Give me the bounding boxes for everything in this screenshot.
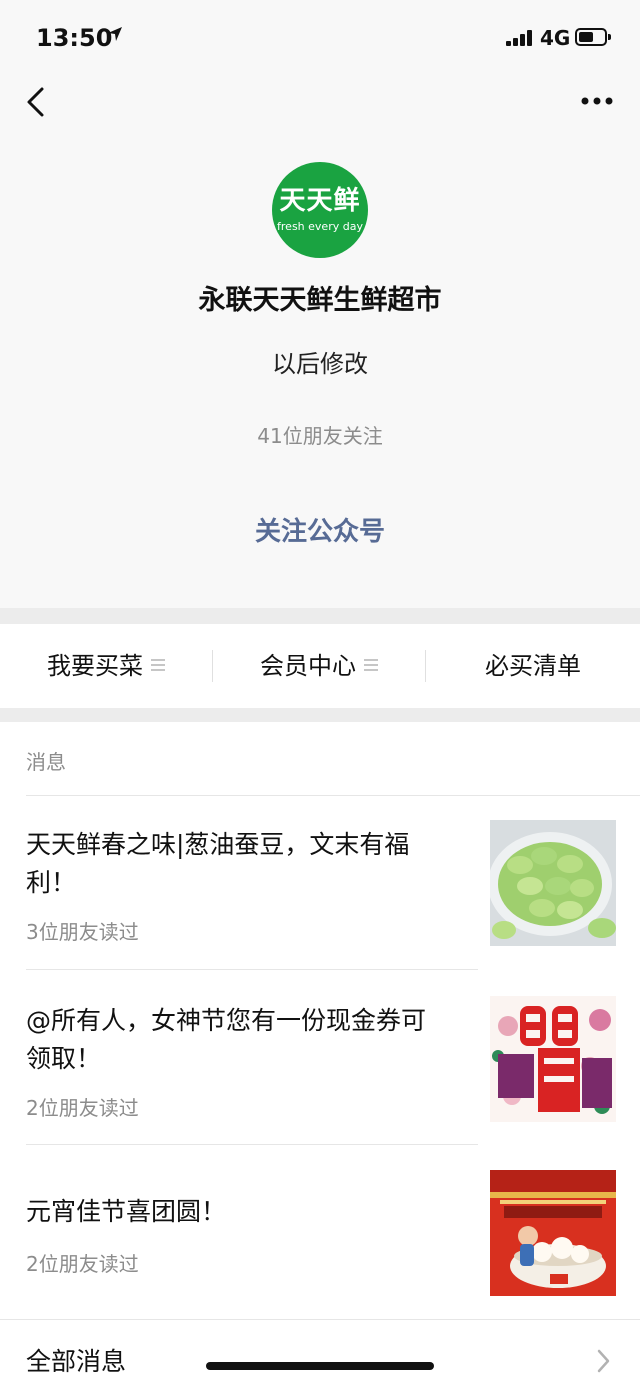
follower-count: 41位朋友关注 [257, 424, 383, 448]
logo-tagline: fresh every day [277, 220, 363, 233]
logo-text: 天天鲜 [279, 186, 361, 216]
menu-item-must-buy-list[interactable]: 必买清单 [426, 624, 640, 708]
article-title[interactable]: 天天鲜春之味|葱油蚕豆，文末有福利！ [26, 826, 446, 902]
messages-section-title: 消息 [26, 750, 66, 774]
account-name: 永联天天鲜生鲜超市 [198, 285, 442, 316]
account-description: 以后修改 [272, 350, 368, 378]
divider [26, 969, 478, 970]
follow-account-button[interactable]: 关注公众号 [220, 510, 420, 554]
divider [26, 795, 640, 796]
submenu-icon [151, 659, 165, 671]
more-options-icon[interactable] [580, 96, 614, 106]
article-thumbnail-broad-beans[interactable] [490, 820, 616, 946]
divider [26, 1144, 478, 1145]
article-read-count: 2位朋友读过 [26, 1096, 139, 1120]
messages-section: 消息 天天鲜春之味|葱油蚕豆，文末有福利！ 3位朋友读过 @所有人，女神节您有一… [0, 722, 640, 1385]
article-read-count: 2位朋友读过 [26, 1252, 139, 1276]
battery-icon [575, 28, 611, 46]
account-menu-bar: 我要买菜 会员中心 必买清单 [0, 624, 640, 708]
back-arrow-icon[interactable] [22, 86, 52, 118]
menu-item-buy-groceries[interactable]: 我要买菜 [0, 624, 212, 708]
home-indicator[interactable] [206, 1362, 434, 1370]
article-thumbnail-womens-day[interactable] [490, 996, 616, 1122]
divider [0, 1319, 640, 1320]
article-title[interactable]: 元宵佳节喜团圆！ [26, 1193, 446, 1231]
article-thumbnail-lantern-festival[interactable] [490, 1170, 616, 1296]
chevron-right-icon[interactable] [596, 1348, 612, 1374]
menu-item-label: 必买清单 [485, 652, 581, 680]
account-profile: 天天鲜 fresh every day 永联天天鲜生鲜超市 以后修改 41位朋友… [0, 132, 640, 608]
section-divider [0, 608, 640, 624]
submenu-icon [364, 659, 378, 671]
menu-item-label: 会员中心 [260, 652, 356, 680]
article-read-count: 3位朋友读过 [26, 920, 139, 944]
menu-item-member-center[interactable]: 会员中心 [213, 624, 425, 708]
network-type: 4G [540, 26, 571, 50]
status-time: 13:50 [36, 24, 113, 52]
nav-bar [0, 72, 640, 132]
section-divider [0, 708, 640, 722]
all-messages-link[interactable]: 全部消息 [26, 1342, 126, 1378]
account-logo: 天天鲜 fresh every day [272, 162, 368, 258]
location-arrow-icon [108, 27, 122, 41]
menu-item-label: 我要买菜 [47, 652, 143, 680]
status-bar: 13:50 4G [0, 0, 640, 72]
article-title[interactable]: @所有人，女神节您有一份现金券可领取！ [26, 1002, 446, 1078]
signal-bars-icon [506, 30, 536, 46]
